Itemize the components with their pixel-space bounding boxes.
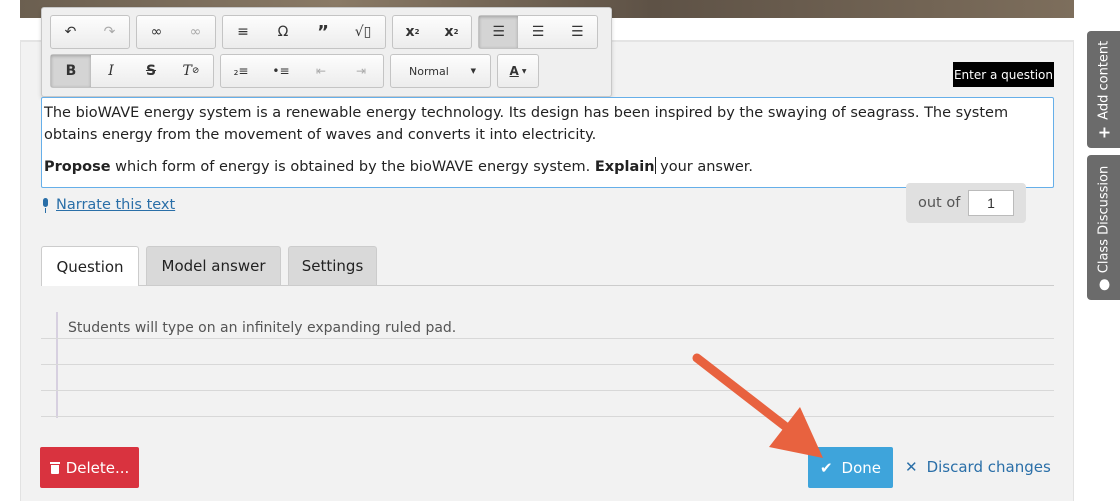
done-button-label: Done (841, 458, 882, 477)
microphone-icon (41, 197, 50, 213)
pad-rule (41, 338, 1054, 339)
tab-question[interactable]: Question (41, 246, 139, 286)
clear-format-icon[interactable]: T ⊘ (171, 55, 211, 87)
editor-tooltip-label: Enter a question (953, 62, 1054, 87)
trash-icon (49, 461, 60, 474)
list-group: ₂≡ •≡ ⇤ ⇥ (220, 54, 384, 88)
editor-text-mid: which form of energy is obtained by the … (110, 159, 595, 175)
align-center-icon[interactable]: ☰ (518, 16, 557, 48)
ruled-pad-preview: Students will type on an infinitely expa… (41, 312, 1054, 418)
pad-rule (41, 416, 1054, 417)
link-icon[interactable]: ∞ (137, 16, 176, 48)
add-content-label: Add content (1096, 40, 1111, 120)
discard-changes-link[interactable]: ✕ Discard changes (905, 458, 1051, 476)
plus-icon: + (1094, 125, 1113, 139)
indent-icon[interactable]: ⇥ (341, 55, 381, 87)
pad-margin-line (56, 312, 58, 418)
bold-icon[interactable]: B (51, 55, 91, 87)
script-group: x2 x2 (392, 15, 472, 49)
format-dropdown-value: Normal (409, 64, 449, 78)
insert-group: ≡ Ω ” √▯ (222, 15, 386, 49)
blockquote-icon[interactable]: ” (303, 16, 343, 48)
chevron-down-icon: ▼ (521, 67, 527, 75)
horizontal-rule-icon[interactable]: ≡ (223, 16, 263, 48)
subscript-icon[interactable]: x2 (393, 16, 432, 48)
format-dropdown[interactable]: Normal ▼ (390, 54, 491, 88)
math-icon[interactable]: √▯ (343, 16, 383, 48)
score-label: out of (918, 195, 961, 211)
bold-word-explain: Explain (594, 159, 655, 175)
undo-icon[interactable]: ↶ (51, 16, 90, 48)
pad-rule (41, 390, 1054, 391)
class-discussion-label: Class Discussion (1096, 165, 1111, 273)
narrate-link-label: Narrate this text (56, 197, 176, 213)
pad-rule (41, 364, 1054, 365)
close-icon: ✕ (905, 458, 918, 476)
delete-button[interactable]: Delete... (40, 447, 139, 488)
score-input[interactable] (968, 190, 1014, 216)
align-group: ☰ ☰ ☰ (478, 15, 598, 49)
bold-word-propose: Propose (44, 159, 111, 175)
special-char-icon[interactable]: Ω (263, 16, 303, 48)
done-button[interactable]: ✔ Done (808, 447, 893, 488)
editor-paragraph-2: Propose which form of energy is obtained… (44, 156, 1051, 178)
tab-model-answer[interactable]: Model answer (146, 246, 281, 285)
editor-paragraph-1: The bioWAVE energy system is a renewable… (44, 105, 1009, 143)
redo-icon[interactable]: ↷ (90, 16, 129, 48)
outdent-icon[interactable]: ⇤ (301, 55, 341, 87)
unlink-icon[interactable]: ∞ (176, 16, 215, 48)
history-group: ↶ ↷ (50, 15, 130, 49)
bulleted-list-icon[interactable]: •≡ (261, 55, 301, 87)
score-box: out of (906, 183, 1026, 223)
align-right-icon[interactable]: ☰ (558, 16, 597, 48)
tab-divider (41, 285, 1054, 286)
class-discussion-tab[interactable]: Class Discussion (1087, 155, 1120, 300)
chevron-down-icon: ▼ (470, 67, 476, 75)
text-color-icon: A (509, 64, 519, 78)
numbered-list-icon[interactable]: ₂≡ (221, 55, 261, 87)
discard-changes-label: Discard changes (926, 458, 1051, 476)
link-group: ∞ ∞ (136, 15, 216, 49)
question-text-editor[interactable]: The bioWAVE energy system is a renewable… (41, 97, 1054, 188)
delete-button-label: Delete... (65, 458, 130, 477)
superscript-icon[interactable]: x2 (432, 16, 471, 48)
basic-format-group: B I S T ⊘ (50, 54, 214, 88)
editor-text-end: your answer. (655, 159, 754, 175)
checkmark-icon: ✔ (819, 458, 833, 477)
narrate-link[interactable]: Narrate this text (41, 197, 175, 213)
rich-text-toolbar: ↶ ↷ ∞ ∞ ≡ Ω ” √▯ x2 x2 ☰ ☰ ☰ B I S T ⊘ ₂≡… (41, 7, 612, 97)
chat-bubble-icon (1098, 278, 1109, 290)
align-left-icon[interactable]: ☰ (479, 16, 519, 48)
text-color-button[interactable]: A ▼ (497, 54, 539, 88)
italic-icon[interactable]: I (91, 55, 131, 87)
add-content-tab[interactable]: + Add content (1087, 31, 1120, 148)
pad-hint-text: Students will type on an infinitely expa… (68, 320, 457, 336)
strikethrough-icon[interactable]: S (131, 55, 171, 87)
tab-settings[interactable]: Settings (288, 246, 377, 285)
